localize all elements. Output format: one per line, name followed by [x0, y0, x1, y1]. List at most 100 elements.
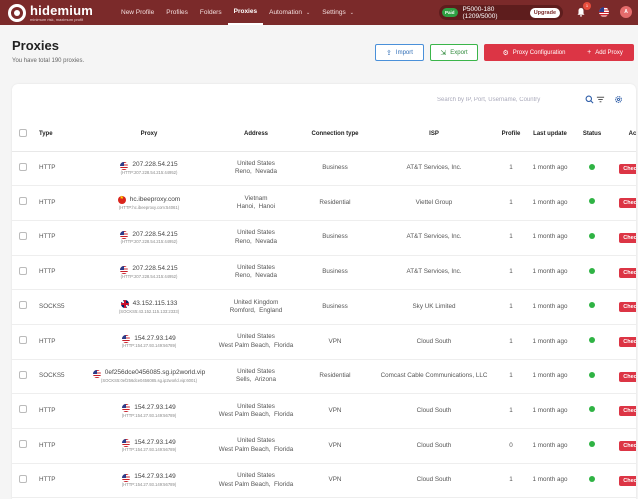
nav-item-automation[interactable]: Automation ⌄ — [263, 0, 316, 25]
proxy-cell: 0ef256dce0456085.sg.ip2world.vip (SOCKS5:… — [84, 359, 214, 395]
header-action: Action — [610, 117, 636, 152]
table-row[interactable]: HTTP 207.228.54.215 (HTTP:207.228.54.215:4… — [12, 220, 636, 256]
address-country: United States — [237, 229, 275, 237]
check-button[interactable]: Check — [619, 406, 636, 417]
upgrade-button[interactable]: Upgrade — [529, 7, 560, 18]
last-update: 1 month ago — [526, 393, 574, 429]
settings-gear-icon[interactable] — [614, 95, 623, 104]
check-button[interactable]: Check — [619, 163, 636, 174]
isp: Viettel Group — [372, 185, 496, 221]
add-proxy-button[interactable]: + Add Proxy — [576, 44, 634, 61]
profile-count: 0 — [496, 428, 526, 464]
table-row[interactable]: HTTP 154.27.93.149 (HTTP:154.27.93.149:567… — [12, 393, 636, 429]
proxy-configuration-button[interactable]: ⚙ Proxy Configuration — [484, 44, 584, 61]
isp: AT&T Services, Inc. — [372, 151, 496, 187]
check-button[interactable]: Check — [619, 233, 636, 244]
status-online-icon — [589, 337, 595, 344]
nav-item-profiles[interactable]: Profiles — [160, 0, 194, 25]
check-button[interactable]: Check — [619, 371, 636, 382]
proxy-full-string: (HTTP:154.27.93.149:56789) — [121, 482, 177, 488]
row-checkbox[interactable] — [19, 162, 27, 171]
status-cell — [574, 220, 610, 256]
row-select-cell — [12, 289, 34, 325]
address-cell: United States Reno, Nevada — [214, 151, 298, 187]
row-checkbox[interactable] — [19, 266, 27, 275]
check-button[interactable]: Check — [619, 475, 636, 486]
nav-item-folders[interactable]: Folders — [194, 0, 228, 25]
row-select-cell — [12, 324, 34, 360]
logo-tagline: minimum risk, maximum profit — [30, 16, 84, 22]
proxy-host-text: 0ef256dce0456085.sg.ip2world.vip — [104, 369, 206, 377]
import-button[interactable]: ⇪ Import — [375, 44, 424, 61]
page-title: Proxies — [12, 38, 59, 53]
proxy-host: 0ef256dce0456085.sg.ip2world.vip — [84, 369, 214, 378]
row-checkbox[interactable] — [19, 370, 27, 379]
address-cell: United States Reno, Nevada — [214, 255, 298, 291]
check-button[interactable]: Check — [619, 337, 636, 348]
proxy-type: HTTP — [34, 324, 84, 360]
export-button[interactable]: ⇲ Export — [430, 44, 478, 61]
check-button[interactable]: Check — [619, 198, 636, 209]
table-row[interactable]: HTTP 207.228.54.215 (HTTP:207.228.54.215:4… — [12, 255, 636, 291]
row-checkbox[interactable] — [19, 405, 27, 414]
table-row[interactable]: HTTP 154.27.93.149 (HTTP:154.27.93.149:567… — [12, 324, 636, 360]
row-checkbox[interactable] — [19, 197, 27, 206]
address-cell: United States West Palm Beach, Florida — [214, 393, 298, 429]
table-row[interactable]: HTTP 154.27.93.149 (HTTP:154.27.93.149:567… — [12, 428, 636, 464]
table-row[interactable]: SOCKS5 0ef256dce0456085.sg.ip2world.vip (S… — [12, 359, 636, 395]
status-online-icon — [589, 371, 595, 378]
avatar[interactable]: A — [620, 6, 632, 18]
nav-item-settings[interactable]: Settings ⌄ — [316, 0, 360, 25]
check-button[interactable]: Check — [619, 441, 636, 452]
proxy-host: 207.228.54.215 — [84, 231, 214, 240]
nav-item-new-profile[interactable]: New Profile — [115, 0, 160, 25]
connection-type: VPN — [298, 324, 372, 360]
proxy-table: Type Proxy Address Connection type ISP P… — [12, 117, 636, 499]
proxy-type: HTTP — [34, 220, 84, 256]
status-online-icon — [589, 198, 595, 205]
row-checkbox[interactable] — [19, 301, 27, 310]
proxy-host: 207.228.54.215 — [84, 265, 214, 274]
proxy-host-text: 154.27.93.149 — [134, 438, 176, 446]
us-flag-icon — [122, 473, 131, 482]
row-select-cell — [12, 463, 34, 499]
check-button[interactable]: Check — [619, 267, 636, 278]
address-cell: Vietnam Hanoi, Hanoi — [214, 185, 298, 221]
address-city: Reno, Nevada — [234, 168, 277, 176]
logo[interactable]: hidemium minimum risk, maximum profit — [8, 3, 108, 22]
status-cell — [574, 463, 610, 499]
row-select-cell — [12, 151, 34, 187]
proxy-full-string: (HTTP:154.27.93.149:56789) — [121, 343, 177, 349]
export-label: Export — [450, 49, 468, 56]
address-country: United States — [237, 472, 275, 480]
profile-count: 1 — [496, 220, 526, 256]
us-flag-icon — [92, 369, 101, 378]
row-select-cell — [12, 428, 34, 464]
us-flag-icon[interactable] — [599, 7, 609, 17]
search-icon[interactable] — [585, 95, 594, 104]
row-checkbox[interactable] — [19, 474, 27, 483]
header-select-all[interactable] — [12, 117, 34, 152]
header-last-update: Last update — [526, 117, 574, 152]
profile-count: 1 — [496, 324, 526, 360]
filter-icon[interactable] — [596, 95, 605, 104]
search-box — [437, 92, 599, 108]
address-country: United States — [237, 437, 275, 445]
search-input[interactable] — [437, 97, 577, 103]
action-cell: Check — [610, 185, 636, 221]
chevron-down-icon: ⌄ — [306, 9, 311, 16]
table-row[interactable]: SOCKS5 43.152.115.133 (SOCKS5:43.152.115.1… — [12, 289, 636, 325]
address-cell: United Kingdom Romford, England — [214, 289, 298, 325]
table-row[interactable]: HTTP 207.228.54.215 (HTTP:207.228.54.215:4… — [12, 151, 636, 187]
last-update: 1 month ago — [526, 289, 574, 325]
action-cell: Check — [610, 289, 636, 325]
row-checkbox[interactable] — [19, 231, 27, 240]
row-checkbox[interactable] — [19, 336, 27, 345]
connection-type: Business — [298, 151, 372, 187]
nav-item-proxies[interactable]: Proxies — [227, 0, 264, 25]
table-row[interactable]: HTTP 154.27.93.149 (HTTP:154.27.93.149:567… — [12, 463, 636, 499]
table-row[interactable]: HTTPhc.ibeeproxy.com(HTTP:hc.ibeeproxy.c… — [12, 185, 636, 221]
row-checkbox[interactable] — [19, 440, 27, 449]
check-button[interactable]: Check — [619, 302, 636, 313]
select-all-checkbox[interactable] — [19, 128, 27, 137]
